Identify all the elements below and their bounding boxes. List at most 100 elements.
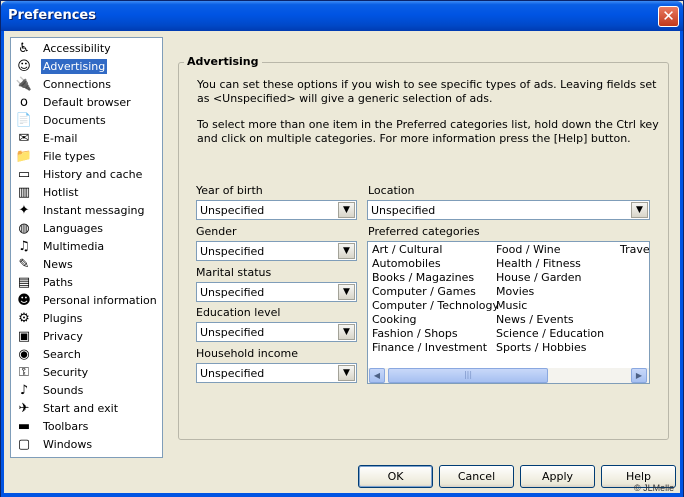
- sidebar-item-start-and-exit[interactable]: ✈ Start and exit: [14, 400, 161, 417]
- sidebar-item-history-and-cache[interactable]: ▭ History and cache: [14, 166, 161, 183]
- advertising-icon: ☺: [17, 59, 31, 74]
- scroll-right-button[interactable]: ▶: [631, 368, 647, 383]
- documents-icon: 📄: [15, 113, 33, 128]
- preferred-categories-list[interactable]: Art / Cultural Automobiles Books / Magazin…: [367, 241, 650, 384]
- gender-label: Gender: [196, 225, 237, 238]
- chevron-down-icon[interactable]: ▼: [338, 284, 355, 300]
- file-types-icon: 📁: [15, 149, 33, 164]
- category-item[interactable]: Science / Education: [496, 327, 604, 341]
- start-and-exit-icon: ✈: [18, 401, 30, 416]
- chevron-down-icon[interactable]: ▼: [338, 324, 355, 340]
- preferences-window: Preferences ✕ ♿ Accessibility ☺ Advertising…: [0, 0, 684, 497]
- sidebar-item-label: Personal information: [43, 294, 157, 307]
- sidebar-item-label: Multimedia: [43, 240, 105, 253]
- category-item[interactable]: Books / Magazines: [372, 271, 499, 285]
- category-item[interactable]: Finance / Investment: [372, 341, 499, 355]
- sidebar-item-label: E-mail: [43, 132, 78, 145]
- category-column: Trave: [620, 243, 649, 257]
- privacy-icon: ▣: [17, 329, 31, 344]
- sidebar-item-multimedia[interactable]: ♫ Multimedia: [14, 238, 161, 255]
- sidebar-item-languages[interactable]: ◍ Languages: [14, 220, 161, 237]
- sidebar-item-file-types[interactable]: 📁 File types: [14, 148, 161, 165]
- chevron-left-icon: ◀: [373, 371, 381, 380]
- group-heading: Advertising: [184, 55, 262, 68]
- year-of-birth-select[interactable]: Unspecified ▼: [196, 200, 357, 220]
- chevron-down-icon[interactable]: ▼: [338, 202, 355, 218]
- ok-button[interactable]: OK: [358, 465, 433, 488]
- horizontal-scrollbar[interactable]: ◀ ||| ▶: [368, 368, 649, 383]
- sidebar-item-toolbars[interactable]: ▬ Toolbars: [14, 418, 161, 435]
- marital-status-select[interactable]: Unspecified ▼: [196, 282, 357, 302]
- category-item[interactable]: Fashion / Shops: [372, 327, 499, 341]
- sidebar-item-connections[interactable]: 🔌 Connections: [14, 76, 161, 93]
- chevron-down-icon[interactable]: ▼: [631, 202, 648, 218]
- chevron-down-icon[interactable]: ▼: [338, 243, 355, 259]
- sidebar-item-news[interactable]: ✎ News: [14, 256, 161, 273]
- sidebar-item-instant-messaging[interactable]: ✦ Instant messaging: [14, 202, 161, 219]
- category-item[interactable]: Automobiles: [372, 257, 499, 271]
- sidebar-item-privacy[interactable]: ▣ Privacy: [14, 328, 161, 345]
- education-level-select[interactable]: Unspecified ▼: [196, 322, 357, 342]
- scroll-left-button[interactable]: ◀: [369, 368, 385, 383]
- sidebar-item-label: Documents: [43, 114, 106, 127]
- sidebar-item-default-browser[interactable]: o Default browser: [14, 94, 161, 111]
- window-title: Preferences: [8, 8, 96, 23]
- apply-button[interactable]: Apply: [520, 465, 595, 488]
- household-income-label: Household income: [196, 347, 298, 360]
- sidebar-item-windows[interactable]: ▢ Windows: [14, 436, 161, 453]
- category-item[interactable]: Sports / Hobbies: [496, 341, 604, 355]
- sidebar-item-e-mail[interactable]: ✉ E-mail: [14, 130, 161, 147]
- sidebar-item-security[interactable]: ⚿ Security: [14, 364, 161, 381]
- marital-status-label: Marital status: [196, 266, 272, 279]
- scrollbar-thumb[interactable]: |||: [388, 368, 548, 383]
- grip-icon: |||: [463, 370, 473, 379]
- sidebar-item-search[interactable]: ◉ Search: [14, 346, 161, 363]
- chevron-down-icon[interactable]: ▼: [338, 365, 355, 381]
- accessibility-icon: ♿: [18, 41, 30, 56]
- help-text: To select more than one item in the Pref…: [197, 118, 659, 145]
- sidebar-item-label: Toolbars: [43, 420, 89, 433]
- sidebar-item-personal-information[interactable]: ☻ Personal information: [14, 292, 161, 309]
- sidebar-item-advertising[interactable]: ☺ Advertising: [14, 58, 161, 75]
- cancel-button[interactable]: Cancel: [439, 465, 514, 488]
- sidebar-item-paths[interactable]: ▤ Paths: [14, 274, 161, 291]
- preferences-category-list[interactable]: ♿ Accessibility ☺ Advertising 🔌 Connections o D…: [10, 37, 163, 458]
- category-item[interactable]: Cooking: [372, 313, 499, 327]
- category-item[interactable]: Food / Wine: [496, 243, 604, 257]
- category-item[interactable]: News / Events: [496, 313, 604, 327]
- frame-bottom: [1, 493, 683, 497]
- sidebar-item-hotlist[interactable]: ▥ Hotlist: [14, 184, 161, 201]
- category-item[interactable]: Trave: [620, 243, 649, 257]
- category-item[interactable]: Computer / Games: [372, 285, 499, 299]
- category-column: Food / Wine Health / Fitness House / Garde…: [496, 243, 604, 355]
- education-level-label: Education level: [196, 306, 281, 319]
- sidebar-item-sounds[interactable]: ♪ Sounds: [14, 382, 161, 399]
- household-income-value: Unspecified: [200, 367, 265, 380]
- sidebar-item-label: Languages: [43, 222, 104, 235]
- category-item[interactable]: House / Garden: [496, 271, 604, 285]
- gender-select[interactable]: Unspecified ▼: [196, 241, 357, 261]
- category-item[interactable]: Computer / Technology: [372, 299, 499, 313]
- sounds-icon: ♪: [19, 383, 29, 398]
- sidebar-item-label: Start and exit: [43, 402, 119, 415]
- category-item[interactable]: Music: [496, 299, 604, 313]
- close-button[interactable]: ✕: [658, 6, 679, 27]
- category-column: Art / Cultural Automobiles Books / Magazin…: [372, 243, 499, 355]
- sidebar-item-label: Plugins: [43, 312, 83, 325]
- category-item[interactable]: Health / Fitness: [496, 257, 604, 271]
- category-item[interactable]: Movies: [496, 285, 604, 299]
- household-income-select[interactable]: Unspecified ▼: [196, 363, 357, 383]
- hotlist-icon: ▥: [17, 185, 31, 200]
- search-icon: ◉: [18, 347, 30, 362]
- year-of-birth-value: Unspecified: [200, 204, 265, 217]
- location-select[interactable]: Unspecified ▼: [367, 200, 650, 220]
- connections-icon: 🔌: [15, 77, 33, 92]
- sidebar-item-label: History and cache: [43, 168, 143, 181]
- sidebar-item-plugins[interactable]: ⚙ Plugins: [14, 310, 161, 327]
- security-icon: ⚿: [19, 365, 29, 380]
- sidebar-item-accessibility[interactable]: ♿ Accessibility: [14, 40, 161, 57]
- category-item[interactable]: Art / Cultural: [372, 243, 499, 257]
- sidebar-item-documents[interactable]: 📄 Documents: [14, 112, 161, 129]
- title-bar[interactable]: Preferences ✕: [1, 1, 683, 31]
- sidebar-item-label: Connections: [43, 78, 111, 91]
